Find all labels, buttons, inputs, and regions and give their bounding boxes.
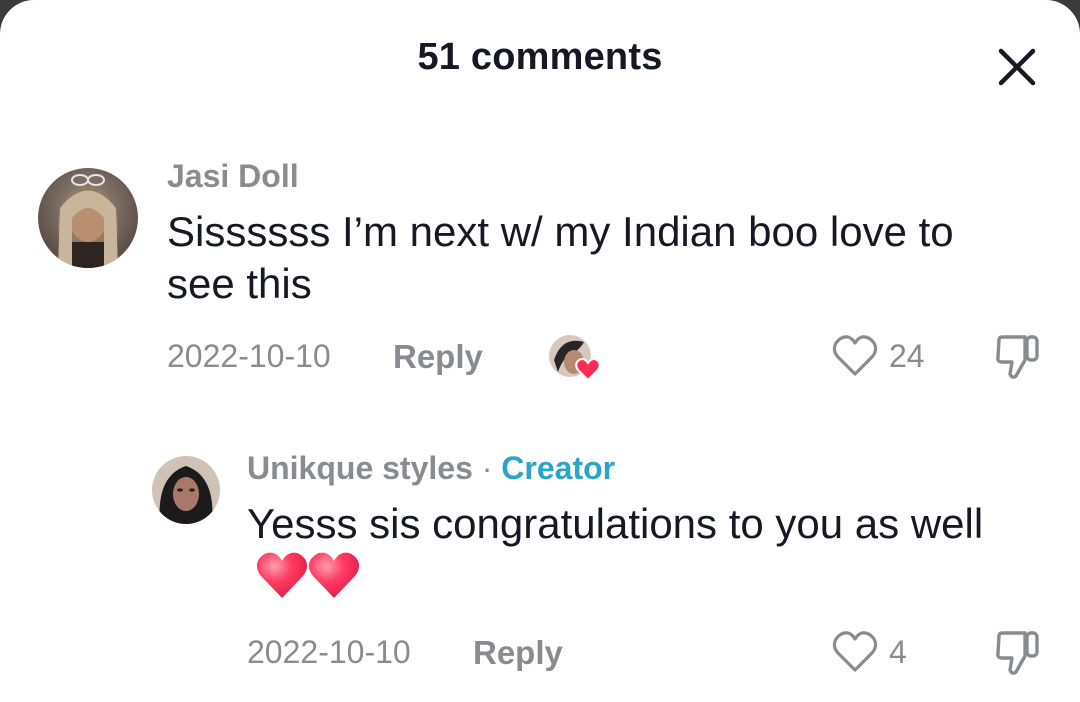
comment-text-block: Yesss sis congratulations to you as well (247, 498, 1017, 612)
reply-button[interactable]: Reply (473, 634, 563, 672)
reply-button[interactable]: Reply (393, 338, 483, 376)
comment-date: 2022-10-10 (167, 338, 331, 374)
heart-outline-icon (832, 335, 878, 376)
comment-date: 2022-10-10 (247, 634, 411, 670)
avatar[interactable] (38, 168, 138, 268)
comment-text: Yesss sis congratulations to you as well (247, 500, 984, 547)
username-separator: · (481, 450, 493, 486)
like-count: 24 (889, 338, 925, 374)
comments-count-title: 51 comments (417, 36, 663, 78)
comments-sheet: 51 comments Jasi Doll Sissssss I’m next … (0, 0, 1080, 702)
dislike-button[interactable] (994, 334, 1042, 380)
like-button[interactable] (832, 630, 878, 674)
comment-username-line: Unikque styles · Creator (247, 450, 615, 487)
creator-badge: Creator (501, 450, 616, 486)
two-hearts-emoji (255, 550, 361, 612)
close-button[interactable] (996, 46, 1038, 88)
dislike-button[interactable] (994, 630, 1042, 676)
like-count: 4 (889, 634, 907, 670)
thumbs-down-icon (996, 335, 1039, 379)
comment-username[interactable]: Jasi Doll (167, 158, 299, 195)
heart-outline-icon (832, 631, 878, 672)
thumbs-down-icon (996, 631, 1039, 675)
like-button[interactable] (832, 334, 878, 378)
comment-username[interactable]: Unikque styles (247, 450, 473, 486)
creator-liked-badge (548, 332, 604, 382)
comment-text: Sissssss I’m next w/ my Indian boo love … (167, 208, 954, 307)
close-icon (998, 48, 1036, 86)
avatar[interactable] (152, 456, 220, 524)
heart-icon (575, 358, 601, 382)
